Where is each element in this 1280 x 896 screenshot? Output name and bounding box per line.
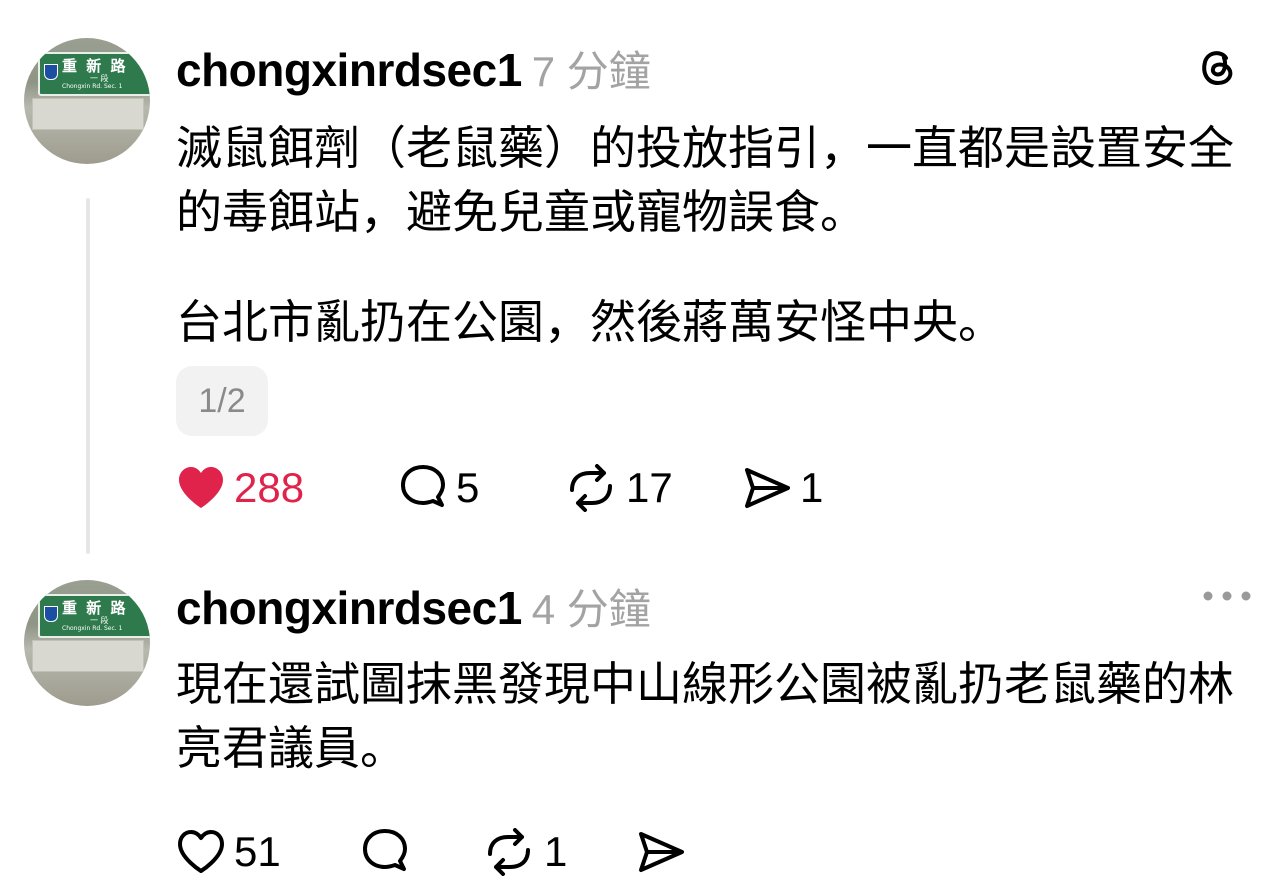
street-sign-image: 重 新 路 一 段 Chongxin Rd. Sec. 1 [38,52,150,96]
thread-connector-line [86,198,90,554]
avatar[interactable]: 重 新 路 一 段 Chongxin Rd. Sec. 1 [24,38,150,164]
post-time: 4 分鐘 [531,586,651,633]
route-shield-icon [44,606,58,622]
more-options-icon[interactable] [1202,590,1252,602]
post-paragraph: 滅鼠餌劑（老鼠藥）的投放指引，一直都是設置安全的毒餌站，避免兒童或寵物誤食。 [176,122,1234,238]
repost-icon [570,464,612,512]
repost-icon [488,828,530,876]
repost-button[interactable]: 17 [564,458,673,518]
share-icon [639,832,684,872]
post-header: chongxinrdsec1 7 分鐘 [176,38,651,96]
wall-panel [32,98,144,130]
post-time: 7 分鐘 [531,48,651,95]
username[interactable]: chongxinrdsec1 [176,44,522,96]
comment-icon [363,829,407,871]
username[interactable]: chongxinrdsec1 [176,582,522,634]
wall-panel [32,640,144,672]
share-button[interactable] [636,822,694,882]
like-count: 51 [234,828,281,875]
threads-logo-icon[interactable] [1196,44,1240,88]
reply-count: 5 [456,464,480,511]
post-header: chongxinrdsec1 4 分鐘 [176,576,651,634]
thread-post: 重 新 路 一 段 Chongxin Rd. Sec. 1 chongxinrd… [0,560,1280,896]
page-indicator[interactable]: 1/2 [176,366,268,436]
repost-button[interactable]: 1 [482,822,567,882]
route-shield-icon [44,64,58,80]
repost-count: 17 [626,464,673,511]
like-button[interactable]: 288 [176,458,304,518]
post-paragraph: 台北市亂扔在公園，然後蔣萬安怪中央。 [176,296,1004,348]
sign-english-text: Chongxin Rd. Sec. 1 [62,625,123,632]
post-paragraph: 現在還試圖抹黑發現中山線形公園被亂扔老鼠藥的林亮君議員。 [176,658,1234,774]
like-button[interactable]: 51 [176,822,281,882]
repost-count: 1 [544,828,568,875]
avatar[interactable]: 重 新 路 一 段 Chongxin Rd. Sec. 1 [24,580,150,706]
comment-icon [401,465,445,507]
thread-post: 重 新 路 一 段 Chongxin Rd. Sec. 1 chongxinrd… [0,0,1280,560]
heart-icon [178,830,224,873]
sign-english-text: Chongxin Rd. Sec. 1 [62,83,123,90]
like-count: 288 [234,464,305,511]
reply-button[interactable]: 5 [398,458,479,518]
heart-icon [179,467,223,508]
share-icon [745,468,790,508]
reply-button[interactable] [360,822,418,882]
street-sign-image: 重 新 路 一 段 Chongxin Rd. Sec. 1 [38,594,150,638]
share-button[interactable]: 1 [742,458,823,518]
share-count: 1 [800,464,824,511]
